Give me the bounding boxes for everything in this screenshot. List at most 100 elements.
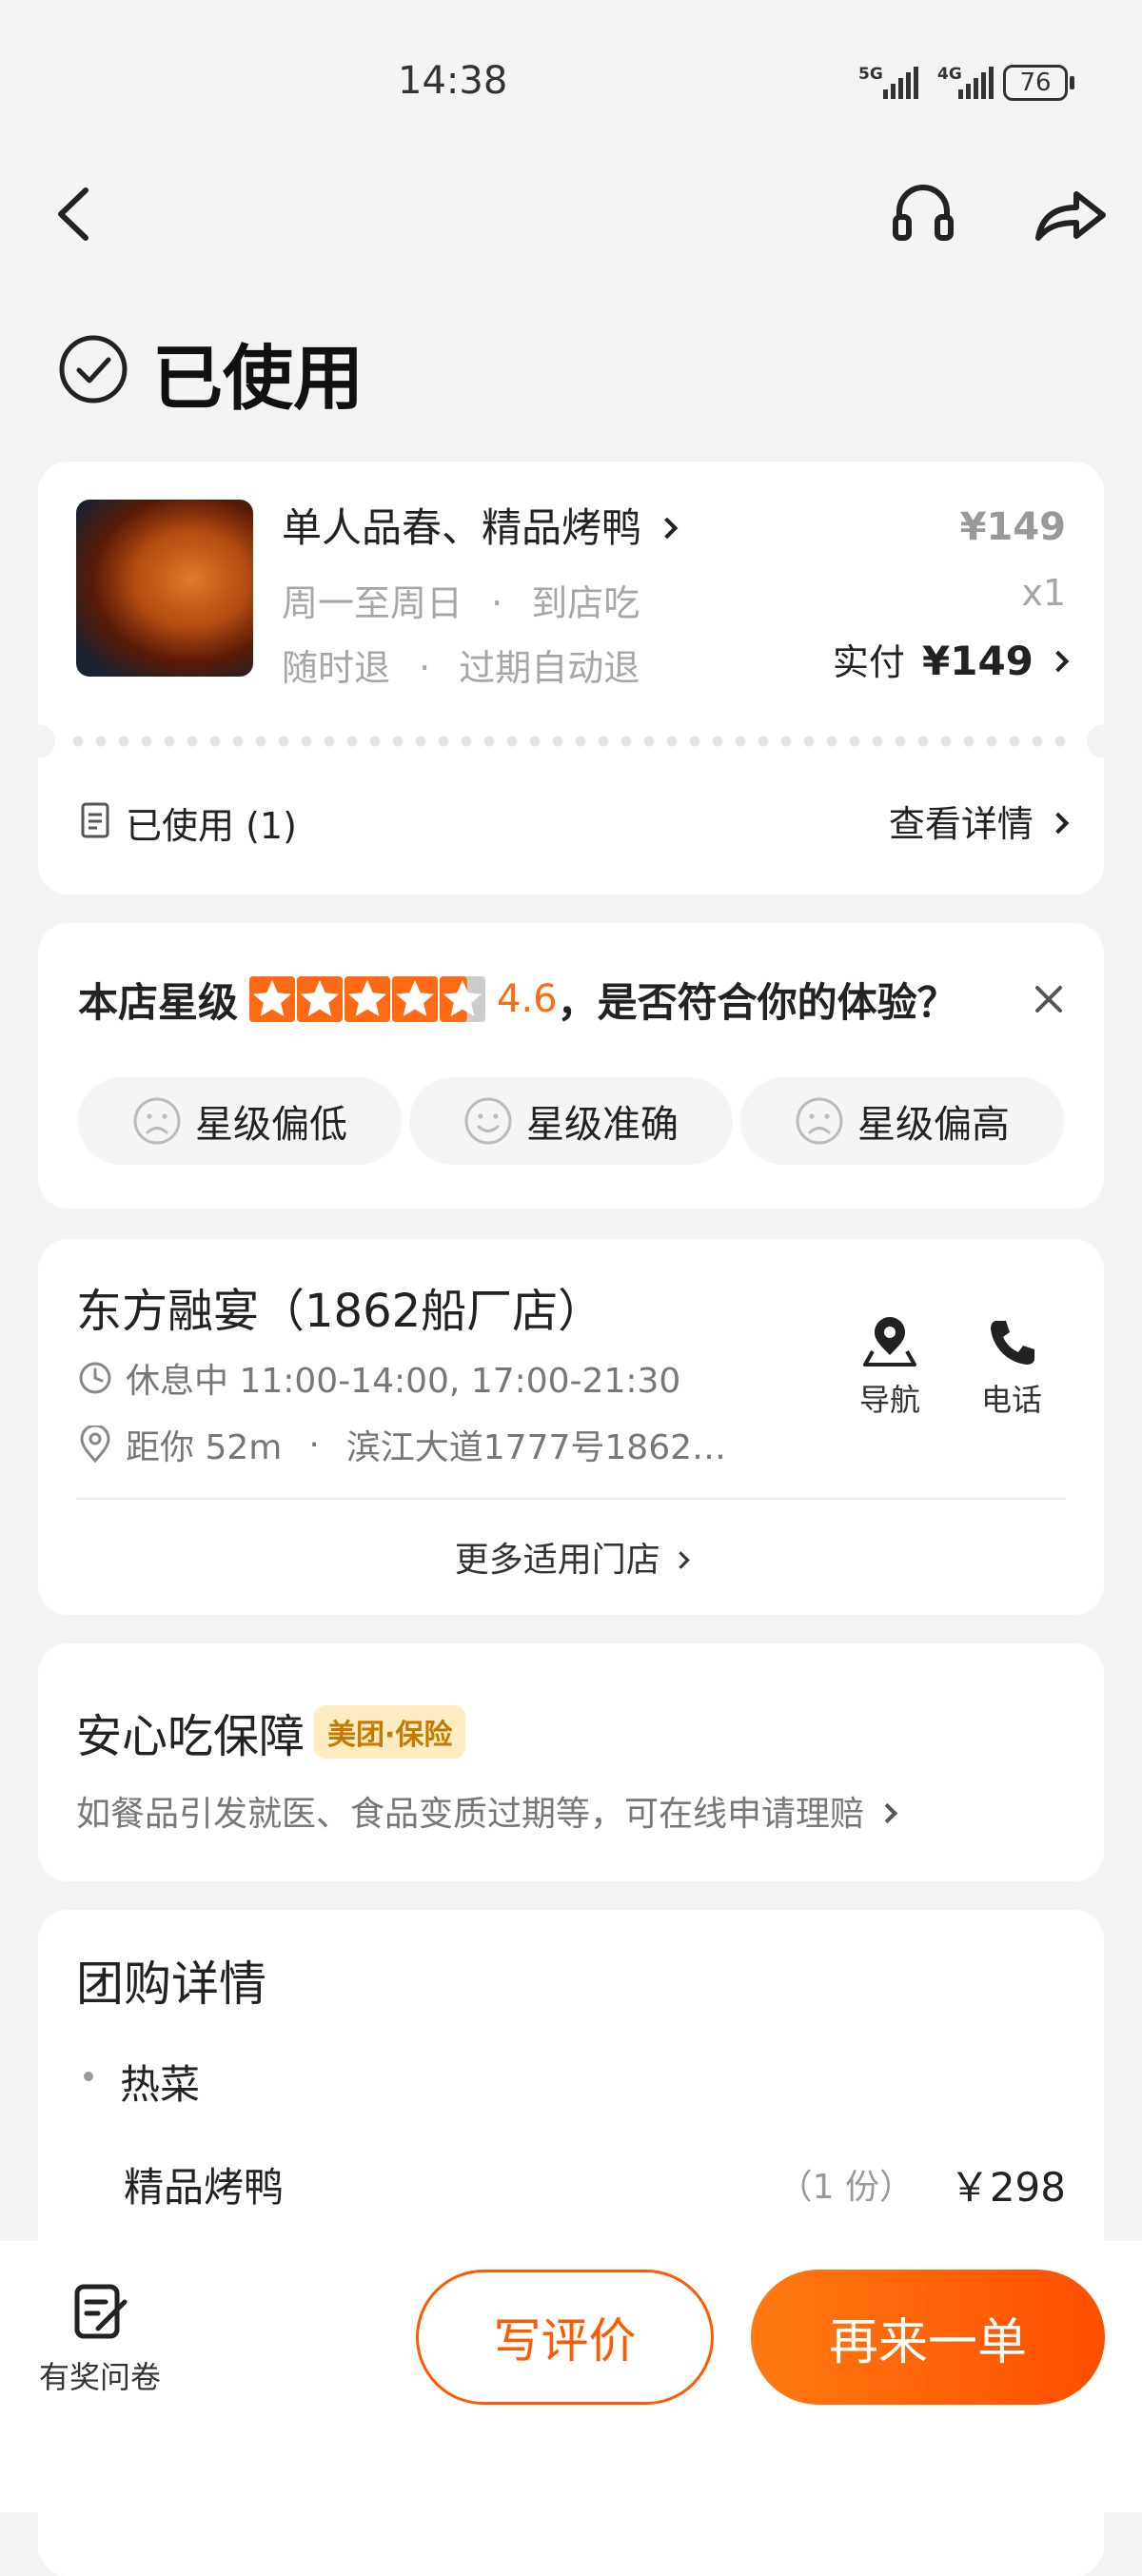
insurance-badge: 美团·保险 <box>314 1705 466 1759</box>
rating-option-label: 星级偏高 <box>857 1103 1010 1147</box>
guarantee-card[interactable]: 安心吃保障 美团·保险 如餐品引发就医、食品变质过期等，可在线申请理赔 <box>38 1643 1104 1881</box>
star-icon <box>297 976 344 1022</box>
used-count: 已使用 (1) <box>126 805 297 847</box>
view-details-label: 查看详情 <box>888 803 1034 845</box>
rating-option-label: 星级准确 <box>526 1103 679 1147</box>
close-rating-button[interactable] <box>1032 982 1066 1016</box>
refund-policy: 随时退 <box>282 647 391 689</box>
more-stores-link[interactable]: 更多适用门店 <box>38 1532 1104 1582</box>
close-icon <box>1035 986 1062 1013</box>
reorder-button[interactable]: 再来一单 <box>751 2270 1105 2405</box>
store-card: 东方融宴（1862船厂店） 休息中 11:00-14:00, 17:00-21:… <box>38 1239 1104 1615</box>
product-image[interactable] <box>76 500 253 677</box>
guarantee-desc: 如餐品引发就医、食品变质过期等，可在线申请理赔 <box>76 1795 865 1834</box>
survey-edit-icon <box>74 2284 128 2339</box>
location-pin-icon <box>80 1426 110 1464</box>
navigate-button[interactable]: 导航 <box>847 1313 933 1420</box>
check-circle-icon <box>57 333 129 405</box>
chevron-right-icon <box>1047 650 1070 673</box>
paid-amount-link[interactable]: 实付 ¥149 <box>832 633 1070 685</box>
write-review-label: 写评价 <box>493 2313 637 2369</box>
expire-refund-policy: 过期自动退 <box>459 647 640 689</box>
smile-face-icon <box>464 1097 512 1145</box>
star-icon <box>440 976 486 1022</box>
store-hours-row: 休息中 11:00-14:00, 17:00-21:30 <box>78 1353 680 1403</box>
rating-option-accurate[interactable]: 星级准确 <box>409 1077 733 1165</box>
usage-days: 周一至周日 <box>282 582 463 624</box>
dotted-divider <box>67 736 1075 747</box>
unit-price: ¥149 <box>959 505 1066 549</box>
quantity: x1 <box>1021 572 1066 614</box>
star-icon <box>345 976 391 1022</box>
write-review-button[interactable]: 写评价 <box>416 2270 714 2405</box>
chevron-left-icon <box>58 187 89 241</box>
customer-service-button[interactable] <box>890 179 956 251</box>
rating-row: 本店星级 4.6 ，是否符合你的体验？ <box>78 973 957 1026</box>
rating-label: 本店星级 <box>78 978 239 1026</box>
call-label: 电话 <box>980 1382 1042 1418</box>
separator-dot: · <box>491 582 503 624</box>
reorder-label: 再来一单 <box>828 2313 1027 2371</box>
paid-value: ¥149 <box>922 638 1034 684</box>
rating-option-label: 星级偏低 <box>195 1103 347 1147</box>
star-rating <box>249 976 486 1022</box>
battery-icon: 76 <box>1003 65 1068 101</box>
status-time: 14:38 <box>398 59 508 103</box>
deal-category: 热菜 <box>120 2061 201 2108</box>
battery-tip <box>1070 76 1074 89</box>
ticket-notch-left <box>21 724 55 758</box>
star-icon <box>392 976 439 1022</box>
store-address: 滨江大道1777号1862… <box>345 1428 727 1467</box>
star-icon <box>249 976 296 1022</box>
chevron-right-icon <box>657 517 679 540</box>
deal-item-qty: （1 份） <box>778 2168 914 2207</box>
bottom-action-bar: 有奖问卷 写评价 再来一单 <box>0 2241 1142 2512</box>
product-name-link[interactable]: 单人品春、精品烤鸭 <box>282 496 679 554</box>
share-button[interactable] <box>1033 183 1109 249</box>
usage-mode: 到店吃 <box>531 582 640 624</box>
deal-title: 团购详情 <box>76 1957 266 2012</box>
share-icon <box>1035 191 1106 241</box>
order-card: 单人品春、精品烤鸭 周一至周日 · 到店吃 随时退 · 过期自动退 ¥149 x… <box>21 462 1121 895</box>
headset-icon <box>893 185 954 241</box>
voucher-doc-icon <box>80 801 110 839</box>
paid-label: 实付 <box>832 641 905 683</box>
call-button[interactable]: 电话 <box>969 1313 1054 1420</box>
guarantee-title: 安心吃保障 <box>76 1710 305 1763</box>
rating-option-high[interactable]: 星级偏高 <box>740 1077 1064 1165</box>
deal-item-name: 精品烤鸭 <box>124 2164 285 2211</box>
store-distance: 距你 52m <box>126 1428 283 1467</box>
chevron-right-icon <box>877 1802 898 1824</box>
clock-icon <box>79 1362 111 1394</box>
rating-question: ，是否符合你的体验？ <box>557 978 957 1026</box>
survey-label: 有奖问卷 <box>38 2359 161 2395</box>
rating-option-low[interactable]: 星级偏低 <box>78 1077 402 1165</box>
navigate-label: 导航 <box>858 1382 920 1418</box>
signal-5g-icon: 5G <box>858 65 925 103</box>
separator-dot: · <box>419 647 431 689</box>
phone-icon <box>991 1321 1034 1365</box>
signal-4g-icon: 4G <box>937 65 994 103</box>
survey-button[interactable]: 有奖问卷 <box>29 2281 171 2397</box>
deal-item-price: ￥298 <box>949 2164 1066 2211</box>
rating-card: 本店星级 4.6 ，是否符合你的体验？ 星级偏低 星级准确 星级偏高 <box>38 923 1104 1209</box>
battery-level: 76 <box>1019 69 1052 97</box>
product-usage-terms: 周一至周日 · 到店吃 <box>282 574 640 626</box>
sad-face-icon <box>796 1097 843 1145</box>
ticket-notch-right <box>1087 724 1121 758</box>
sad-face-icon <box>133 1097 181 1145</box>
divider <box>76 1498 1066 1500</box>
store-location-row: 距你 52m · 滨江大道1777号1862… <box>78 1420 726 1469</box>
chevron-right-icon <box>672 1551 690 1569</box>
store-hours: 休息中 11:00-14:00, 17:00-21:30 <box>126 1362 681 1401</box>
rating-score: 4.6 <box>497 977 558 1021</box>
product-refund-terms: 随时退 · 过期自动退 <box>282 639 640 691</box>
chevron-right-icon <box>1047 812 1070 835</box>
guarantee-desc-row: 如餐品引发就医、食品变质过期等，可在线申请理赔 <box>76 1786 898 1836</box>
store-name[interactable]: 东方融宴（1862船厂店） <box>76 1273 603 1340</box>
navigation-pin-icon <box>863 1317 916 1367</box>
guarantee-title-row: 安心吃保障 美团·保险 <box>76 1699 466 1765</box>
separator-dot: · <box>308 1425 320 1465</box>
back-button[interactable] <box>48 181 105 247</box>
view-details-link[interactable]: 查看详情 <box>888 795 1070 847</box>
